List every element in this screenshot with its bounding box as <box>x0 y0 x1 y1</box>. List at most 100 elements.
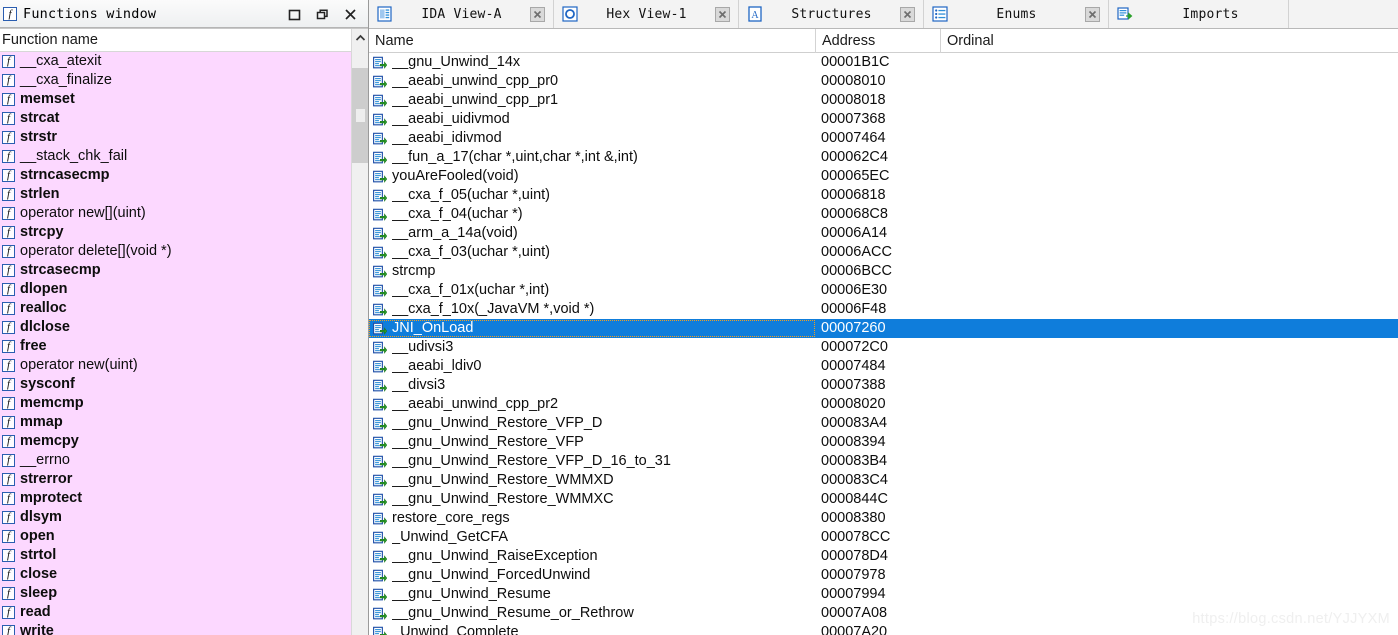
function-list-item[interactable]: f strncasecmp <box>0 166 351 185</box>
function-name-label: memcmp <box>20 395 84 411</box>
function-list-item[interactable]: f dlsym <box>0 508 351 527</box>
function-f-icon: f <box>2 549 15 562</box>
cell-address: 00001B1C <box>821 54 890 70</box>
cell-address: 00007978 <box>821 567 886 583</box>
column-header-address[interactable]: Address <box>815 28 940 53</box>
functions-scrollbar[interactable] <box>351 29 368 635</box>
table-row[interactable]: restore_core_regs 00008380 <box>369 509 1398 528</box>
import-name-label: __gnu_Unwind_RaiseException <box>392 548 598 564</box>
table-row[interactable]: __arm_a_14a(void) 00006A14 <box>369 224 1398 243</box>
function-list-item[interactable]: f memset <box>0 90 351 109</box>
function-list-item[interactable]: f mprotect <box>0 489 351 508</box>
table-row[interactable]: __divsi3 00007388 <box>369 376 1398 395</box>
function-list-item[interactable]: f close <box>0 565 351 584</box>
function-list-item[interactable]: f operator delete[](void *) <box>0 242 351 261</box>
function-list-item[interactable]: f strcat <box>0 109 351 128</box>
table-row[interactable]: __gnu_Unwind_Restore_VFP 00008394 <box>369 433 1398 452</box>
table-row[interactable]: __gnu_Unwind_14x 00001B1C <box>369 53 1398 72</box>
table-row[interactable]: __gnu_Unwind_Restore_WMMXC 0000844C <box>369 490 1398 509</box>
scrollbar-thumb[interactable] <box>352 68 368 163</box>
close-button[interactable] <box>343 7 358 22</box>
table-row[interactable]: __cxa_f_03(uchar *,uint) 00006ACC <box>369 243 1398 262</box>
table-row[interactable]: __udivsi3 000072C0 <box>369 338 1398 357</box>
import-name-label: __gnu_Unwind_14x <box>392 54 521 70</box>
table-row[interactable]: __fun_a_17(char *,uint,char *,int &,int)… <box>369 148 1398 167</box>
table-row[interactable]: __aeabi_unwind_cpp_pr0 00008010 <box>369 72 1398 91</box>
table-row[interactable]: __gnu_Unwind_Resume 00007994 <box>369 585 1398 604</box>
table-row[interactable]: __gnu_Unwind_Resume_or_Rethrow 00007A08 <box>369 604 1398 623</box>
function-list-item[interactable]: f dlclose <box>0 318 351 337</box>
table-row[interactable]: __aeabi_unwind_cpp_pr2 00008020 <box>369 395 1398 414</box>
scrollbar-track[interactable] <box>352 46 368 635</box>
table-row[interactable]: youAreFooled(void) 000065EC <box>369 167 1398 186</box>
functions-list[interactable]: f __cxa_atexit f __cxa_finalize f memset f strc… <box>0 52 351 635</box>
function-list-item[interactable]: f strlen <box>0 185 351 204</box>
function-list-item[interactable]: f __cxa_atexit <box>0 52 351 71</box>
function-list-item[interactable]: f read <box>0 603 351 622</box>
function-list-item[interactable]: f free <box>0 337 351 356</box>
function-name-column-header[interactable]: Function name <box>0 29 351 52</box>
window-controls <box>287 0 364 28</box>
function-list-item[interactable]: f strstr <box>0 128 351 147</box>
function-list-item[interactable]: f __errno <box>0 451 351 470</box>
scrollbar-up-button[interactable] <box>352 29 368 46</box>
function-list-item[interactable]: f realloc <box>0 299 351 318</box>
function-list-item[interactable]: f strcasecmp <box>0 261 351 280</box>
function-list-item[interactable]: f strerror <box>0 470 351 489</box>
table-row[interactable]: __gnu_Unwind_ForcedUnwind 00007978 <box>369 566 1398 585</box>
table-row[interactable]: __aeabi_idivmod 00007464 <box>369 129 1398 148</box>
function-list-item[interactable]: f __stack_chk_fail <box>0 147 351 166</box>
function-list-item[interactable]: f strcpy <box>0 223 351 242</box>
function-list-item[interactable]: f operator new[](uint) <box>0 204 351 223</box>
import-name-label: _Unwind_Complete <box>392 624 519 635</box>
tab-imports[interactable]: Imports <box>1109 0 1289 28</box>
tab-hex-view-1[interactable]: Hex View-1 <box>554 0 739 28</box>
restore-button[interactable] <box>315 7 330 22</box>
table-row[interactable]: __cxa_f_01x(uchar *,int) 00006E30 <box>369 281 1398 300</box>
tab-close-icon[interactable] <box>1085 6 1100 22</box>
table-row[interactable]: __aeabi_uidivmod 00007368 <box>369 110 1398 129</box>
cell-address: 00007A20 <box>821 624 888 635</box>
function-list-item[interactable]: f memcpy <box>0 432 351 451</box>
table-row[interactable]: __gnu_Unwind_Restore_VFP_D 000083A4 <box>369 414 1398 433</box>
function-f-icon: f <box>2 473 15 486</box>
column-header-name[interactable]: Name <box>369 29 815 53</box>
tab-close-icon[interactable] <box>530 6 545 22</box>
function-list-item[interactable]: f memcmp <box>0 394 351 413</box>
table-row[interactable]: strcmp 00006BCC <box>369 262 1398 281</box>
table-row[interactable]: __aeabi_ldiv0 00007484 <box>369 357 1398 376</box>
function-list-item[interactable]: f sleep <box>0 584 351 603</box>
tab-ida-view-a[interactable]: IDA View-A <box>369 0 554 28</box>
tab-enums[interactable]: Enums <box>924 0 1109 28</box>
column-header-ordinal[interactable]: Ordinal <box>940 28 1398 53</box>
import-name-label: __aeabi_idivmod <box>392 130 502 146</box>
cell-name: __aeabi_uidivmod <box>369 111 815 128</box>
maximize-button[interactable] <box>287 7 302 22</box>
function-list-item[interactable]: f mmap <box>0 413 351 432</box>
table-row[interactable]: _Unwind_GetCFA 000078CC <box>369 528 1398 547</box>
tab-structures[interactable]: A Structures <box>739 0 924 28</box>
function-list-item[interactable]: f open <box>0 527 351 546</box>
table-row[interactable]: __aeabi_unwind_cpp_pr1 00008018 <box>369 91 1398 110</box>
table-row[interactable]: __cxa_f_10x(_JavaVM *,void *) 00006F48 <box>369 300 1398 319</box>
imports-grid-rows[interactable]: __gnu_Unwind_14x 00001B1C __aeabi_unwind_c… <box>369 53 1398 635</box>
view-tabstrip[interactable]: IDA View-A Hex View-1 A Structures Enums Impo… <box>369 0 1398 29</box>
function-list-item[interactable]: f dlopen <box>0 280 351 299</box>
function-f-icon: f <box>2 226 15 239</box>
function-list-item[interactable]: f strtol <box>0 546 351 565</box>
table-row[interactable]: __cxa_f_04(uchar *) 000068C8 <box>369 205 1398 224</box>
tab-close-icon[interactable] <box>715 6 730 22</box>
function-list-item[interactable]: f operator new(uint) <box>0 356 351 375</box>
function-list-item[interactable]: f write <box>0 622 351 635</box>
function-list-item[interactable]: f __cxa_finalize <box>0 71 351 90</box>
cell-name: __cxa_f_05(uchar *,uint) <box>369 187 815 204</box>
table-row[interactable]: _Unwind_Complete 00007A20 <box>369 623 1398 635</box>
tab-close-icon[interactable] <box>900 6 915 22</box>
table-row[interactable]: __gnu_Unwind_Restore_WMMXD 000083C4 <box>369 471 1398 490</box>
table-row[interactable]: __cxa_f_05(uchar *,uint) 00006818 <box>369 186 1398 205</box>
table-row[interactable]: __gnu_Unwind_RaiseException 000078D4 <box>369 547 1398 566</box>
function-f-icon: f <box>2 207 15 220</box>
function-list-item[interactable]: f sysconf <box>0 375 351 394</box>
table-row[interactable]: __gnu_Unwind_Restore_VFP_D_16_to_31 00008… <box>369 452 1398 471</box>
table-row[interactable]: JNI_OnLoad 00007260 <box>369 319 1398 338</box>
